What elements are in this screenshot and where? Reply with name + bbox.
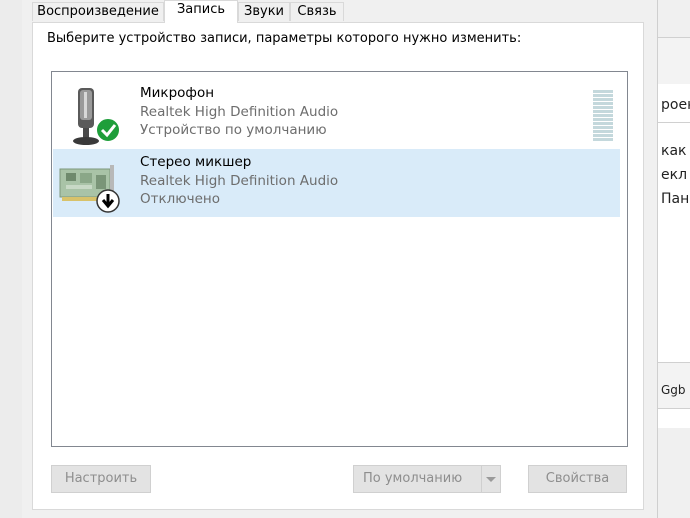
sound-card-icon [59, 165, 120, 213]
tab-playback[interactable]: Воспроизведение [32, 2, 164, 21]
background-window-left [0, 0, 23, 518]
bg-text-5: Ggb [661, 383, 686, 397]
microphone-icon [73, 88, 121, 145]
device-name: Микрофон [140, 85, 215, 101]
tab-recording[interactable]: Запись [164, 0, 238, 23]
configure-button[interactable]: Настроить [51, 465, 151, 493]
set-default-dropdown[interactable] [481, 466, 500, 492]
device-item-stereo-mix[interactable]: Стерео микшер Realtek High Definition Au… [53, 149, 620, 217]
tab-communications[interactable]: Связь [290, 2, 344, 21]
tab-sounds[interactable]: Звуки [238, 2, 290, 21]
properties-button[interactable]: Свойства [528, 465, 627, 493]
device-driver: Realtek High Definition Audio [140, 173, 339, 189]
disabled-arrow-icon [96, 189, 120, 213]
background-window-right: роен как екл Пан Ggb [657, 0, 690, 518]
bg-text-2: как [661, 143, 687, 159]
set-default-button[interactable]: По умолчанию [353, 465, 501, 493]
device-name: Стерео микшер [140, 154, 252, 170]
bg-divider [658, 122, 690, 123]
default-check-icon [95, 117, 121, 143]
bg-text-4: Пан [661, 191, 690, 207]
bg-text-1: роен [661, 97, 690, 113]
bg-text-3: екл [661, 167, 688, 183]
bg-header [658, 38, 690, 84]
device-list[interactable]: Микрофон Realtek High Definition Audio У… [51, 71, 628, 447]
device-item-microphone[interactable]: Микрофон Realtek High Definition Audio У… [53, 80, 620, 148]
instruction-text: Выберите устройство записи, параметры ко… [47, 31, 522, 46]
bg-toolbar [658, 0, 690, 37]
bg-divider [658, 408, 690, 409]
set-default-label: По умолчанию [363, 471, 463, 486]
chevron-down-icon [486, 477, 496, 482]
device-status: Устройство по умолчанию [140, 122, 327, 138]
level-meter [593, 90, 613, 144]
device-driver: Realtek High Definition Audio [140, 104, 339, 120]
recording-dialog: Воспроизведение Запись Звуки Связь Выбер… [22, 0, 656, 518]
bg-footer [658, 428, 690, 518]
device-status: Отключено [140, 191, 221, 207]
tab-panel: Выберите устройство записи, параметры ко… [32, 22, 644, 510]
